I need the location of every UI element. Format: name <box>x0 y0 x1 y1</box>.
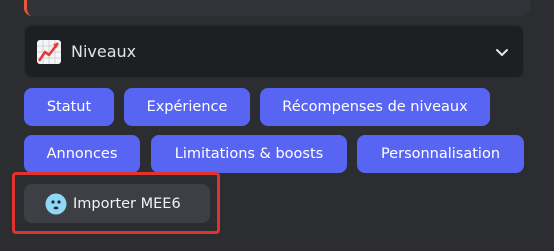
tab-limitations-boosts[interactable]: Limitations & boosts <box>151 135 347 173</box>
chart-increasing-icon <box>37 40 61 64</box>
import-mee6-button[interactable]: Importer MEE6 <box>24 184 210 223</box>
import-mee6-label: Importer MEE6 <box>73 195 181 212</box>
tab-statut[interactable]: Statut <box>24 88 114 126</box>
tab-experience[interactable]: Expérience <box>124 88 250 126</box>
section-select[interactable]: Niveaux <box>24 25 524 78</box>
section-select-label: Niveaux <box>71 42 137 61</box>
tab-annonces[interactable]: Annonces <box>24 135 140 173</box>
previous-card <box>24 0 530 16</box>
tab-recompenses-de-niveaux[interactable]: Récompenses de niveaux <box>260 88 490 126</box>
chevron-down-icon[interactable] <box>494 44 510 60</box>
mee6-face-icon <box>45 193 67 214</box>
tab-personnalisation[interactable]: Personnalisation <box>357 135 524 173</box>
